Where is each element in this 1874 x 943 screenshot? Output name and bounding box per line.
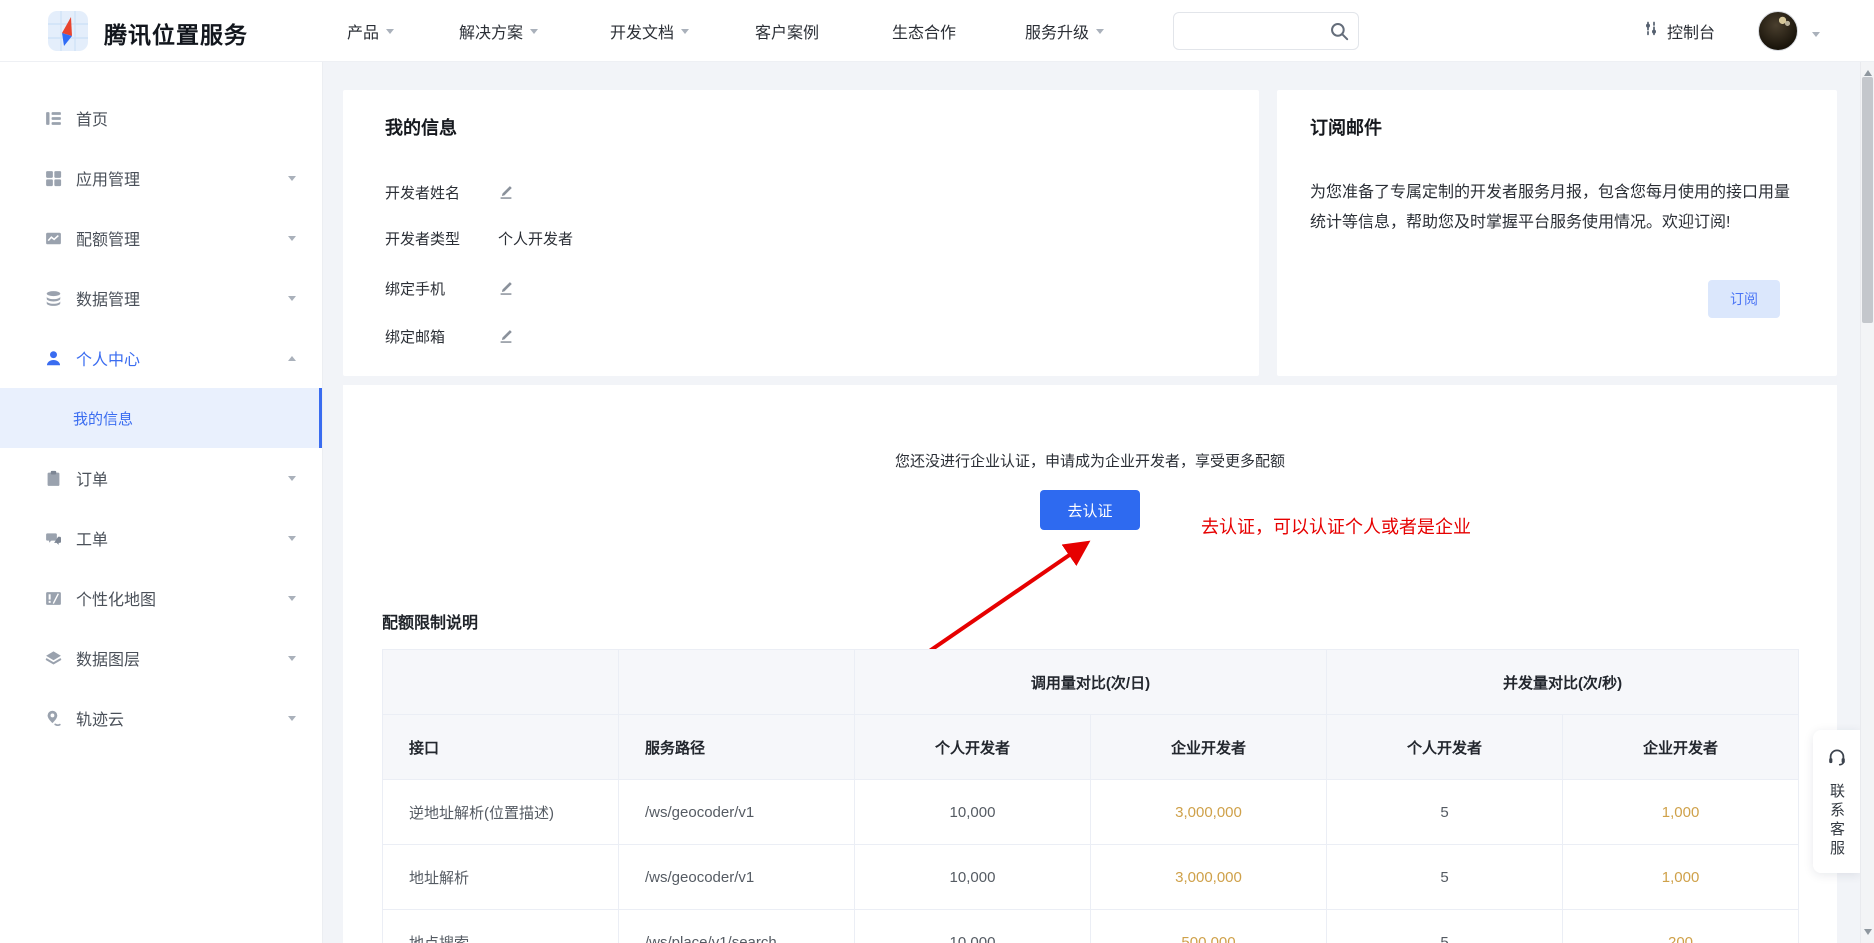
my-info-title: 我的信息 bbox=[385, 114, 457, 140]
sidebar-item-orders[interactable]: 订单 bbox=[0, 448, 322, 508]
group-header-daily-calls: 调用量对比(次/日) bbox=[855, 650, 1327, 715]
edit-icon[interactable] bbox=[498, 280, 514, 296]
database-icon bbox=[44, 289, 63, 308]
nav-item-products[interactable]: 产品 bbox=[347, 0, 394, 62]
vertical-scrollbar[interactable] bbox=[1860, 62, 1874, 943]
quota-table-title: 配额限制说明 bbox=[382, 609, 478, 633]
subscribe-mail-card: 订阅邮件 为您准备了专属定制的开发者服务月报，包含您每月使用的接口用量统计等信息… bbox=[1277, 90, 1837, 376]
sidebar-item-track-cloud[interactable]: 轨迹云 bbox=[0, 688, 322, 748]
edit-icon[interactable] bbox=[498, 328, 514, 344]
order-clipboard-icon bbox=[44, 469, 63, 488]
field-bound-phone: 绑定手机 bbox=[385, 278, 514, 298]
chevron-down-icon bbox=[1096, 29, 1104, 38]
sidebar-subitem-my-info[interactable]: 我的信息 bbox=[0, 388, 322, 448]
group-header-concurrency: 并发量对比(次/秒) bbox=[1327, 650, 1799, 715]
certification-quota-section: 您还没进行企业认证，申请成为企业开发者，享受更多配额 去认证 去认证，可以认证个… bbox=[343, 385, 1837, 943]
chevron-down-icon bbox=[288, 236, 296, 245]
subscribe-description: 为您准备了专属定制的开发者服务月报，包含您每月使用的接口用量统计等信息，帮助您及… bbox=[1310, 178, 1792, 238]
custom-map-icon bbox=[44, 589, 63, 608]
nav-item-solutions[interactable]: 解决方案 bbox=[459, 0, 538, 62]
nav-item-upgrade[interactable]: 服务升级 bbox=[1025, 0, 1104, 62]
compass-logo-icon[interactable] bbox=[48, 11, 88, 51]
sidebar: 首页 应用管理 配额管理 数据管理 个人中心 我的信息 bbox=[0, 62, 323, 943]
search-input[interactable] bbox=[1184, 14, 1324, 48]
layers-icon bbox=[44, 649, 63, 668]
chevron-down-icon bbox=[681, 29, 689, 38]
table-row: 地址解析 /ws/geocoder/v1 10,000 3,000,000 5 … bbox=[383, 845, 1799, 910]
contact-support-tab[interactable]: 联系客服 bbox=[1813, 730, 1860, 873]
avatar[interactable] bbox=[1758, 11, 1798, 51]
scroll-up-arrow-icon[interactable] bbox=[1864, 66, 1872, 76]
sidebar-item-app-management[interactable]: 应用管理 bbox=[0, 148, 322, 208]
table-row: 地点搜索 /ws/place/v1/search 10,000 500,000 … bbox=[383, 910, 1799, 943]
scroll-down-arrow-icon[interactable] bbox=[1864, 929, 1872, 939]
top-navbar: 腾讯位置服务 产品 解决方案 开发文档 客户案例 生态合作 服务升级 bbox=[0, 0, 1874, 62]
sidebar-item-personal-center[interactable]: 个人中心 bbox=[0, 328, 322, 388]
brand-title: 腾讯位置服务 bbox=[104, 16, 248, 50]
nav-item-cases[interactable]: 客户案例 bbox=[755, 0, 819, 62]
sidebar-item-quota-management[interactable]: 配额管理 bbox=[0, 208, 322, 268]
chevron-down-icon bbox=[288, 536, 296, 545]
edit-icon[interactable] bbox=[498, 184, 514, 200]
nav-item-ecosystem[interactable]: 生态合作 bbox=[892, 0, 956, 62]
scrollbar-thumb[interactable] bbox=[1862, 77, 1873, 323]
track-pin-icon bbox=[44, 709, 63, 728]
nav-item-docs[interactable]: 开发文档 bbox=[610, 0, 689, 62]
sidebar-item-data-layers[interactable]: 数据图层 bbox=[0, 628, 322, 688]
sidebar-item-custom-map[interactable]: 个性化地图 bbox=[0, 568, 322, 628]
chevron-up-icon bbox=[288, 352, 296, 361]
apps-grid-icon bbox=[44, 169, 63, 188]
field-bound-email: 绑定邮箱 bbox=[385, 326, 514, 346]
search-icon[interactable] bbox=[1329, 21, 1350, 47]
subscribe-title: 订阅邮件 bbox=[1310, 114, 1382, 140]
console-link[interactable]: 控制台 bbox=[1642, 0, 1715, 62]
chevron-down-icon bbox=[288, 176, 296, 185]
chevron-down-icon bbox=[288, 596, 296, 605]
field-developer-type: 开发者类型 个人开发者 bbox=[385, 228, 573, 248]
ticket-chat-icon bbox=[44, 529, 63, 548]
quota-table-column-header-row: 接口 服务路径 个人开发者 企业开发者 个人开发者 企业开发者 bbox=[383, 715, 1799, 780]
sliders-icon bbox=[1642, 20, 1660, 43]
go-certify-button[interactable]: 去认证 bbox=[1040, 490, 1140, 530]
quota-table: 调用量对比(次/日) 并发量对比(次/秒) 接口 服务路径 个人开发者 企业开发… bbox=[382, 649, 1799, 943]
support-tab-label: 联系客服 bbox=[1826, 783, 1847, 859]
developer-type-value: 个人开发者 bbox=[498, 228, 573, 249]
chevron-down-icon bbox=[530, 29, 538, 38]
quota-chart-icon bbox=[44, 229, 63, 248]
chevron-down-icon bbox=[288, 296, 296, 305]
search-box bbox=[1173, 12, 1359, 50]
chevron-down-icon bbox=[288, 656, 296, 665]
chevron-down-icon bbox=[288, 476, 296, 485]
home-list-icon bbox=[44, 109, 63, 128]
user-icon bbox=[44, 349, 63, 368]
certification-notice: 您还没进行企业认证，申请成为企业开发者，享受更多配额 bbox=[343, 450, 1837, 471]
field-developer-name: 开发者姓名 bbox=[385, 182, 514, 202]
my-info-card: 我的信息 开发者姓名 开发者类型 个人开发者 绑定手机 绑定邮箱 bbox=[343, 90, 1259, 376]
chevron-down-icon bbox=[386, 29, 394, 38]
chevron-down-icon bbox=[288, 716, 296, 725]
sidebar-item-home[interactable]: 首页 bbox=[0, 88, 322, 148]
quota-table-group-header-row: 调用量对比(次/日) 并发量对比(次/秒) bbox=[383, 650, 1799, 715]
table-row: 逆地址解析(位置描述) /ws/geocoder/v1 10,000 3,000… bbox=[383, 780, 1799, 845]
active-indicator-bar bbox=[319, 388, 322, 448]
sidebar-item-data-management[interactable]: 数据管理 bbox=[0, 268, 322, 328]
sidebar-item-tickets[interactable]: 工单 bbox=[0, 508, 322, 568]
chevron-down-icon[interactable] bbox=[1812, 32, 1820, 41]
headset-icon bbox=[1826, 746, 1848, 773]
red-annotation-text: 去认证，可以认证个人或者是企业 bbox=[1201, 513, 1471, 539]
subscribe-button[interactable]: 订阅 bbox=[1708, 280, 1780, 318]
